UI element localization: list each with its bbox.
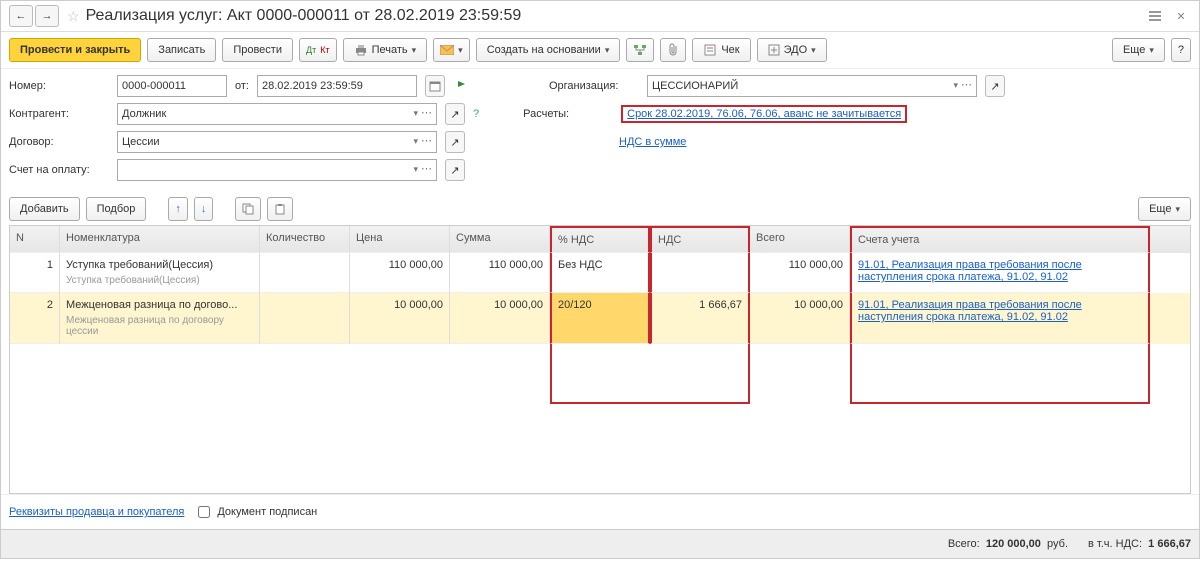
structure-button[interactable] [626, 38, 654, 62]
cp-open-button[interactable]: ↗ [445, 103, 465, 125]
copy-icon [242, 203, 254, 215]
close-icon[interactable]: ✕ [1171, 7, 1191, 25]
more-button[interactable]: Еще▾ [1112, 38, 1165, 62]
pick-button[interactable]: Подбор [86, 197, 147, 221]
date-input[interactable]: 28.02.2019 23:59:59 [257, 75, 417, 97]
vat-label: в т.ч. НДС: [1088, 538, 1142, 550]
col-price[interactable]: Цена [350, 226, 450, 253]
attach-button[interactable] [660, 38, 686, 62]
total-label: Всего: [948, 538, 980, 550]
from-label: от: [235, 80, 249, 92]
vat-value: 1 666,67 [1148, 538, 1191, 550]
create-based-button[interactable]: Создать на основании▾ [476, 38, 621, 62]
calendar-icon [429, 80, 441, 92]
org-open-button[interactable]: ↗ [985, 75, 1005, 97]
post-close-button[interactable]: Провести и закрыть [9, 38, 141, 62]
contract-open-button[interactable]: ↗ [445, 131, 465, 153]
table-row[interactable]: 2 Межценовая разница по догово... Межцен… [10, 293, 1190, 344]
tree-icon [633, 44, 647, 56]
dirty-flag-icon [453, 75, 473, 97]
bill-label: Счет на оплату: [9, 164, 109, 176]
requisites-link[interactable]: Реквизиты продавца и покупателя [9, 506, 184, 518]
contract-input[interactable]: Цессии⋯ [117, 131, 437, 153]
col-acc[interactable]: Счета учета [850, 226, 1150, 253]
org-label: Организация: [549, 80, 639, 92]
help-button[interactable]: ? [1171, 38, 1191, 62]
col-nom[interactable]: Номенклатура [60, 226, 260, 253]
table-more-button[interactable]: Еще▾ [1138, 197, 1191, 221]
col-qty[interactable]: Количество [260, 226, 350, 253]
row-sub: Межценовая разница по договору цессии [66, 315, 253, 337]
number-input[interactable]: 0000-000011 [117, 75, 227, 97]
row-nom: Межценовая разница по догово... [66, 299, 237, 311]
envelope-icon [440, 45, 454, 55]
copy-button[interactable] [235, 197, 261, 221]
options-icon[interactable] [1145, 7, 1165, 25]
number-label: Номер: [9, 80, 109, 92]
mail-button[interactable]: ▾ [433, 38, 470, 62]
printer-icon [354, 44, 368, 56]
post-button[interactable]: Провести [222, 38, 293, 62]
nav-fwd-button[interactable]: → [35, 5, 59, 27]
items-table: N Номенклатура Количество Цена Сумма % Н… [9, 225, 1191, 494]
col-total[interactable]: Всего [750, 226, 850, 253]
clip-icon [667, 43, 679, 57]
edo-icon [768, 44, 780, 56]
row-sub: Уступка требований(Цессия) [66, 275, 253, 286]
col-n[interactable]: N [10, 226, 60, 253]
bill-input[interactable]: ⋯ [117, 159, 437, 181]
window-title: Реализация услуг: Акт 0000-000011 от 28.… [86, 7, 522, 25]
table-row[interactable]: 1 Уступка требований(Цессия) Уступка тре… [10, 253, 1190, 293]
favorite-icon[interactable]: ☆ [67, 8, 80, 25]
dtkt-button[interactable]: ДтКт [299, 38, 337, 62]
vat-mode-link[interactable]: НДС в сумме [619, 136, 686, 148]
check-button[interactable]: Чек [692, 38, 750, 62]
contract-label: Договор: [9, 136, 109, 148]
settlements-link[interactable]: Срок 28.02.2019, 76.06, 76.06, аванс не … [627, 108, 901, 120]
row-nom: Уступка требований(Цессия) [66, 259, 213, 271]
table-header: N Номенклатура Количество Цена Сумма % Н… [10, 226, 1190, 253]
move-down-button[interactable]: ↓ [194, 197, 214, 221]
settle-label: Расчеты: [523, 108, 613, 120]
col-vat-pct[interactable]: % НДС [550, 226, 650, 253]
org-input[interactable]: ЦЕССИОНАРИЙ⋯ [647, 75, 977, 97]
cp-help-icon[interactable]: ? [473, 108, 479, 120]
paste-button[interactable] [267, 197, 293, 221]
bill-open-button[interactable]: ↗ [445, 159, 465, 181]
print-button[interactable]: Печать▾ [343, 38, 428, 62]
write-button[interactable]: Записать [147, 38, 216, 62]
cp-input[interactable]: Должник⋯ [117, 103, 437, 125]
add-row-button[interactable]: Добавить [9, 197, 80, 221]
edo-button[interactable]: ЭДО▾ [757, 38, 827, 62]
clipboard-icon [274, 203, 286, 215]
accounts-link[interactable]: 91.01, Реализация права требования после… [858, 259, 1142, 283]
signed-checkbox[interactable]: Документ подписан [194, 503, 317, 521]
col-vat[interactable]: НДС [650, 226, 750, 253]
highlight-settle: Срок 28.02.2019, 76.06, 76.06, аванс не … [621, 105, 907, 123]
receipt-icon [703, 44, 717, 56]
cp-label: Контрагент: [9, 108, 109, 120]
col-sum[interactable]: Сумма [450, 226, 550, 253]
accounts-link[interactable]: 91.01, Реализация права требования после… [858, 299, 1142, 323]
move-up-button[interactable]: ↑ [168, 197, 188, 221]
nav-back-button[interactable]: ← [9, 5, 33, 27]
calendar-button[interactable] [425, 75, 445, 97]
total-value: 120 000,00 [986, 538, 1041, 550]
